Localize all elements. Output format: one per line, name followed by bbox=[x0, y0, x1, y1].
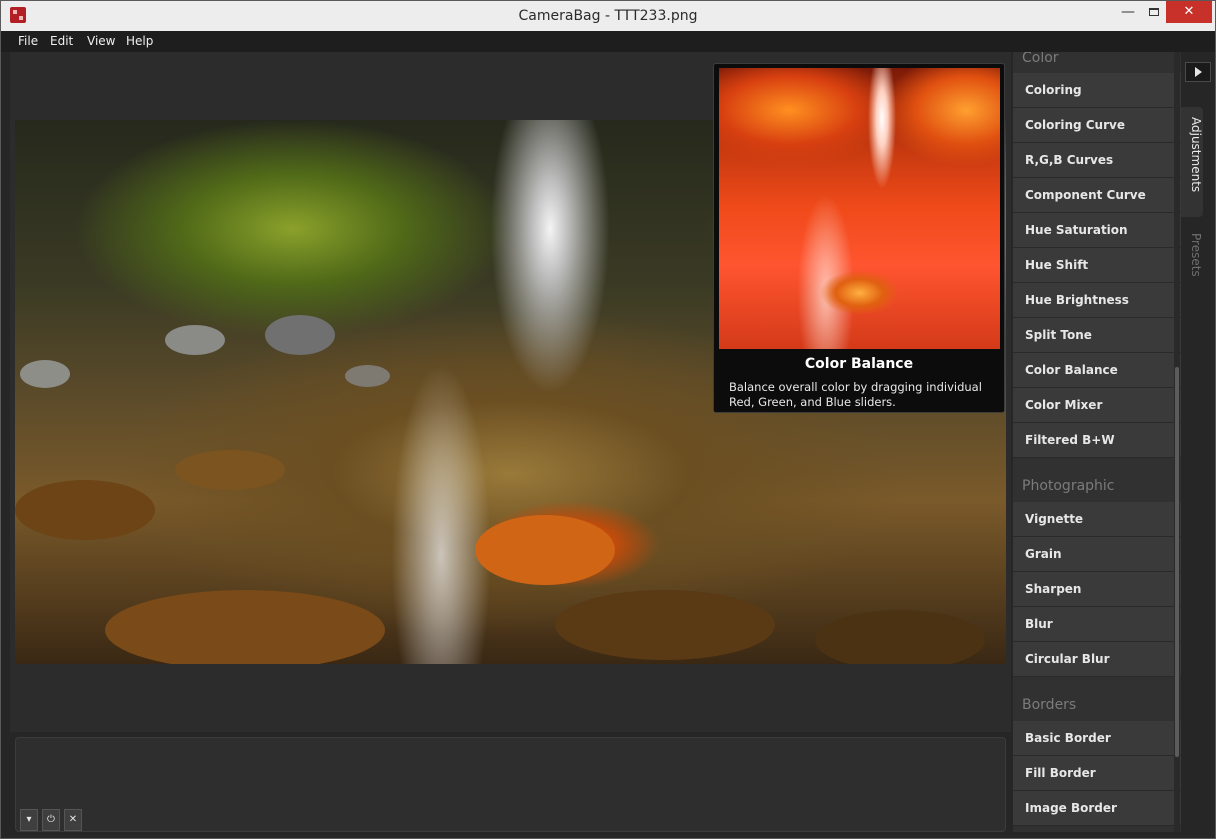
item-label: Fill Border bbox=[1025, 766, 1096, 780]
adjustment-component-curve[interactable]: Component Curve bbox=[1013, 178, 1181, 213]
adjustment-color-mixer[interactable]: Color Mixer bbox=[1013, 388, 1181, 423]
adjustment-basic-border[interactable]: Basic Border bbox=[1013, 721, 1181, 756]
adjustment-color-balance[interactable]: Color Balance bbox=[1013, 353, 1181, 388]
section-title-photographic: Photographic bbox=[1022, 478, 1115, 494]
stone bbox=[345, 365, 390, 387]
tab-adjustments[interactable]: Adjustments bbox=[1181, 107, 1203, 217]
menu-view[interactable]: View bbox=[87, 34, 115, 48]
item-label: Filtered B+W bbox=[1025, 433, 1115, 447]
item-label: Coloring bbox=[1025, 83, 1082, 97]
list-scrollbar-thumb[interactable] bbox=[1175, 367, 1179, 757]
adjustment-rgb-curves[interactable]: R,G,B Curves bbox=[1013, 143, 1181, 178]
stone bbox=[20, 360, 70, 388]
adjustment-coloring-curve[interactable]: Coloring Curve bbox=[1013, 108, 1181, 143]
menu-edit[interactable]: Edit bbox=[50, 34, 73, 48]
adjustment-vignette[interactable]: Vignette bbox=[1013, 502, 1181, 537]
adjustment-hue-saturation[interactable]: Hue Saturation bbox=[1013, 213, 1181, 248]
adjustment-coloring[interactable]: Coloring bbox=[1013, 73, 1181, 108]
adjustment-blur[interactable]: Blur bbox=[1013, 607, 1181, 642]
section-title-color: Color bbox=[1022, 52, 1059, 66]
collapse-panel-button[interactable] bbox=[1185, 62, 1211, 82]
item-label: Component Curve bbox=[1025, 188, 1146, 202]
tooltip-description: Balance overall color by dragging indivi… bbox=[729, 380, 982, 409]
maximize-button[interactable] bbox=[1140, 1, 1168, 23]
stone bbox=[165, 325, 225, 355]
item-label: Vignette bbox=[1025, 512, 1084, 526]
window-title: CameraBag - TTT233.png bbox=[518, 8, 698, 24]
adjustment-image-border[interactable]: Image Border bbox=[1013, 791, 1181, 826]
adjustment-sharpen[interactable]: Sharpen bbox=[1013, 572, 1181, 607]
stone bbox=[15, 480, 155, 540]
adjustment-stack-panel bbox=[15, 737, 1006, 832]
item-label: Split Tone bbox=[1025, 328, 1092, 342]
item-label: Circular Blur bbox=[1025, 652, 1110, 666]
adjustment-hue-shift[interactable]: Hue Shift bbox=[1013, 248, 1181, 283]
power-toggle-button[interactable]: ⏻ bbox=[42, 809, 60, 831]
tab-presets[interactable]: Presets bbox=[1181, 223, 1203, 285]
item-label: Sharpen bbox=[1025, 582, 1082, 596]
section-title-borders: Borders bbox=[1022, 697, 1077, 713]
item-label: R,G,B Curves bbox=[1025, 153, 1114, 167]
adjustment-fill-border[interactable]: Fill Border bbox=[1013, 756, 1181, 791]
adjustments-list: Color Coloring Coloring Curve R,G,B Curv… bbox=[1013, 52, 1181, 832]
menu-help[interactable]: Help bbox=[126, 34, 153, 48]
item-label: Coloring Curve bbox=[1025, 118, 1125, 132]
item-label: Basic Border bbox=[1025, 731, 1111, 745]
filter-preview-image bbox=[719, 68, 1000, 349]
adjustment-filtered-bw[interactable]: Filtered B+W bbox=[1013, 423, 1181, 458]
item-label: Hue Saturation bbox=[1025, 223, 1128, 237]
item-label: Grain bbox=[1025, 547, 1062, 561]
adjustment-circular-blur[interactable]: Circular Blur bbox=[1013, 642, 1181, 677]
remove-button[interactable]: ✕ bbox=[64, 809, 82, 831]
item-label: Color Mixer bbox=[1025, 398, 1103, 412]
tooltip-title: Color Balance bbox=[804, 356, 914, 372]
maple-leaf bbox=[475, 515, 615, 585]
menu-file[interactable]: File bbox=[18, 34, 38, 48]
stone bbox=[555, 590, 775, 660]
filter-preview-tooltip: Color Balance Balance overall color by d… bbox=[713, 63, 1005, 413]
maximize-icon bbox=[1149, 8, 1159, 16]
adjustment-split-tone[interactable]: Split Tone bbox=[1013, 318, 1181, 353]
title-bar: CameraBag - TTT233.png — ✕ bbox=[1, 1, 1215, 31]
item-label: Hue Brightness bbox=[1025, 293, 1129, 307]
adjustment-hue-brightness[interactable]: Hue Brightness bbox=[1013, 283, 1181, 318]
minimize-button[interactable]: — bbox=[1114, 1, 1142, 23]
stone bbox=[815, 610, 985, 664]
menu-bar: File Edit View Help bbox=[1, 31, 1215, 52]
adjustment-grain[interactable]: Grain bbox=[1013, 537, 1181, 572]
item-label: Image Border bbox=[1025, 801, 1117, 815]
app-window: CameraBag - TTT233.png — ✕ File Edit Vie… bbox=[0, 0, 1216, 839]
close-window-button[interactable]: ✕ bbox=[1166, 1, 1212, 23]
stone bbox=[265, 315, 335, 355]
item-label: Color Balance bbox=[1025, 363, 1118, 377]
stone bbox=[175, 450, 285, 490]
stone bbox=[105, 590, 385, 664]
item-label: Blur bbox=[1025, 617, 1053, 631]
item-label: Hue Shift bbox=[1025, 258, 1089, 272]
expand-button[interactable]: ▾ bbox=[20, 809, 38, 831]
